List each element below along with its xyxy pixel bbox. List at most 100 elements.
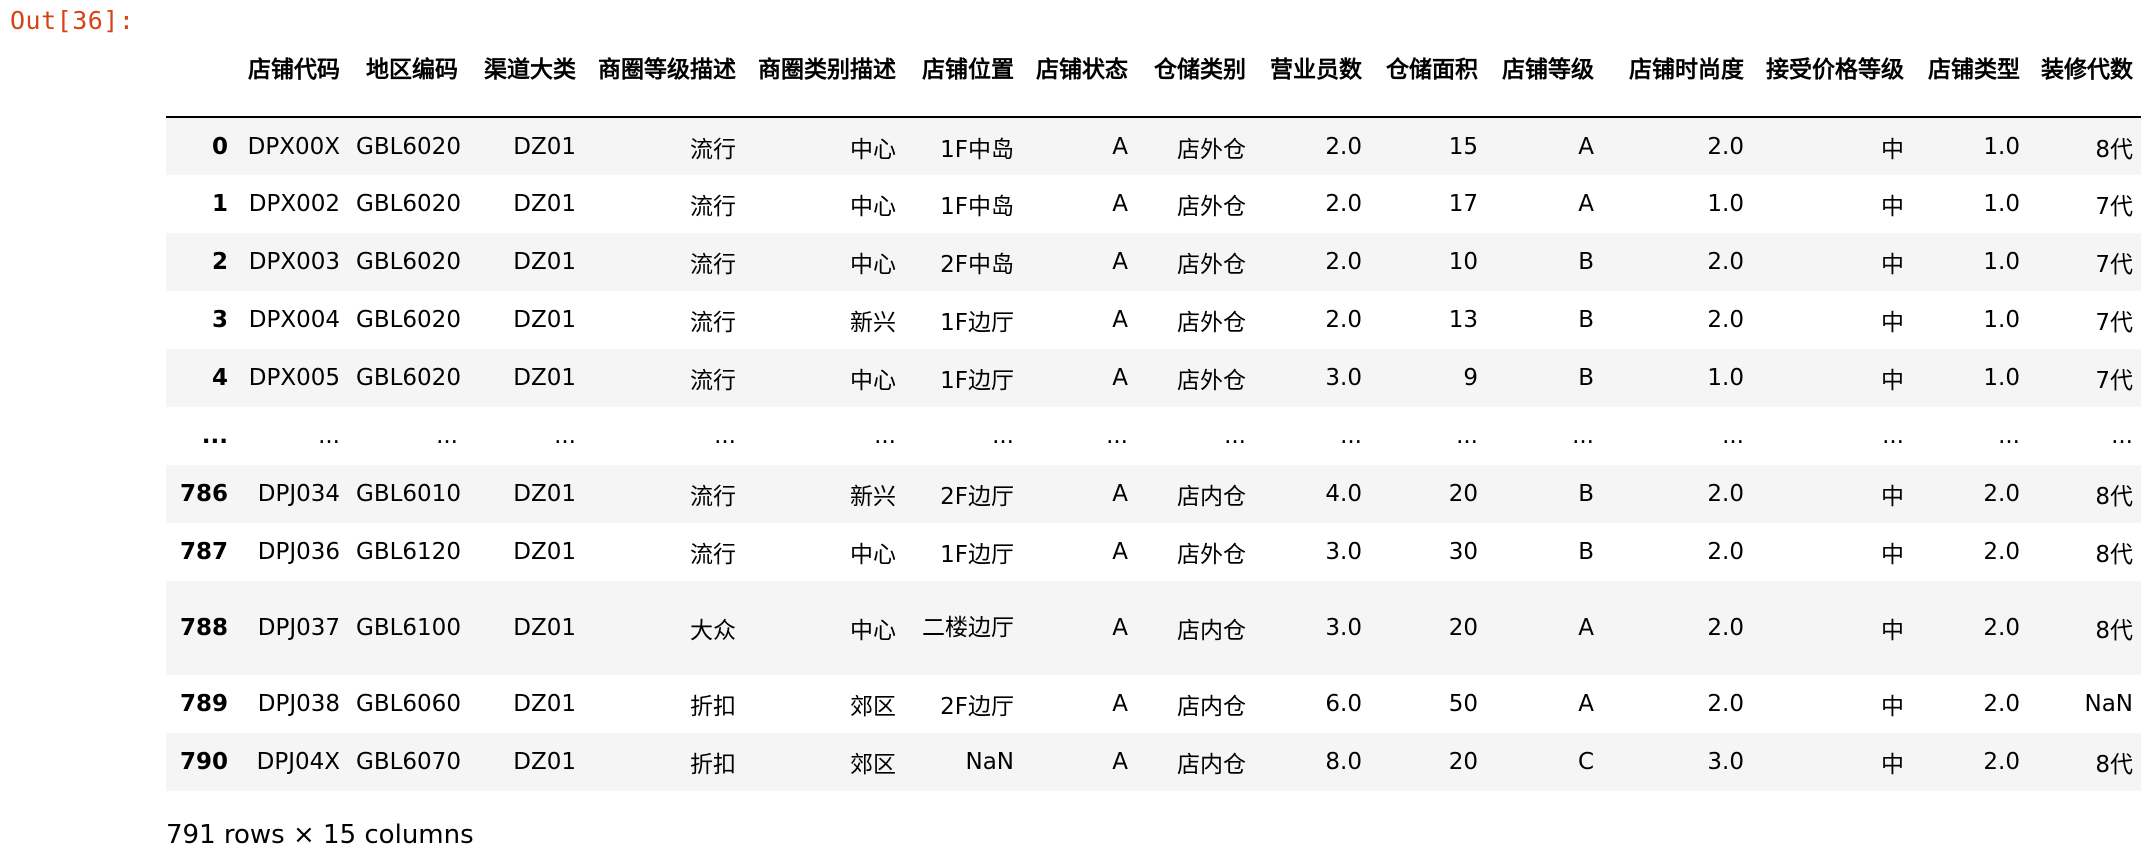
table-cell: ... — [1224, 423, 1246, 449]
table-row: 4 DPX005 GBL6020 DZ01 流行 中心 1F边厅 A 店外仓 3.0 9 B 1.0 中 1… — [166, 349, 2141, 407]
table-cell: 2.0 — [1983, 539, 2020, 565]
table-cell: 3.0 — [1325, 539, 1362, 565]
table-cell: 2.0 — [1707, 307, 1744, 333]
table-cell: 1F中岛 — [940, 136, 1014, 163]
table-cell: ... — [1572, 423, 1594, 449]
dataframe-table: 店铺代码 地区编码 渠道大类 商圈等级描述 商圈类别描述 店铺位置 店铺状态 仓储类别 营业员数… — [166, 30, 2141, 791]
table-row: ........................................… — [166, 407, 2141, 465]
row-index: 789 — [179, 691, 228, 717]
table-cell: ... — [1722, 423, 1744, 449]
table-cell: 中 — [1881, 694, 1904, 720]
table-cell: DPX002 — [248, 191, 340, 217]
table-cell: 2.0 — [1707, 249, 1744, 275]
table-cell: 中心 — [850, 542, 896, 568]
table-cell: B — [1578, 365, 1594, 391]
table-cell: 新兴 — [850, 310, 896, 336]
table-cell: 郊区 — [850, 694, 896, 720]
table-cell: 店内仓 — [1177, 484, 1246, 510]
row-index: 788 — [179, 615, 228, 641]
table-cell: GBL6020 — [356, 365, 461, 391]
table-cell: 9 — [1463, 365, 1478, 391]
row-index: 2 — [211, 249, 228, 275]
table-cell: 流行 — [690, 252, 736, 278]
column-header: 店铺等级 — [1486, 30, 1602, 118]
table-cell: 流行 — [690, 194, 736, 220]
table-cell: 二楼边厅 — [922, 615, 1014, 641]
table-cell: 3.0 — [1707, 749, 1744, 775]
table-cell: 店内仓 — [1177, 694, 1246, 720]
table-cell: 15 — [1448, 133, 1478, 160]
table-cell: A — [1112, 365, 1128, 391]
header-row: 店铺代码 地区编码 渠道大类 商圈等级描述 商圈类别描述 店铺位置 店铺状态 仓储类别 营业员数… — [166, 30, 2141, 118]
table-cell: DZ01 — [513, 749, 576, 775]
table-cell: 20 — [1448, 749, 1478, 775]
table-cell: GBL6060 — [356, 691, 461, 717]
table-cell: 店内仓 — [1177, 752, 1246, 778]
table-cell: 2.0 — [1707, 133, 1744, 160]
table-cell: 1.0 — [1707, 365, 1744, 391]
column-header: 仓储面积 — [1370, 30, 1486, 118]
table-cell: 中心 — [850, 368, 896, 394]
table-cell: 折扣 — [690, 694, 736, 720]
table-cell: 2.0 — [1707, 691, 1744, 717]
table-cell: A — [1112, 691, 1128, 717]
table-cell: 2.0 — [1983, 749, 2020, 775]
table-cell: 2F中岛 — [940, 252, 1014, 278]
table-cell: ... — [1998, 423, 2020, 449]
table-cell: A — [1112, 249, 1128, 275]
table-cell: 2.0 — [1707, 539, 1744, 565]
table-cell: 1F边厅 — [940, 542, 1014, 568]
table-body: 0 DPX00X GBL6020 DZ01 流行 中心 1F中岛 A 店外仓 2.0 15 A 2.0 中… — [166, 117, 2141, 791]
table-cell: DPJ036 — [257, 539, 340, 565]
table-cell: 店外仓 — [1177, 368, 1246, 394]
table-cell: 中 — [1881, 484, 1904, 510]
table-cell: 店外仓 — [1177, 194, 1246, 220]
table-cell: 2F边厅 — [940, 694, 1014, 720]
table-cell: 中 — [1881, 136, 1904, 163]
table-cell: DZ01 — [513, 365, 576, 391]
table-cell: A — [1112, 191, 1128, 217]
table-cell: GBL6100 — [356, 615, 461, 641]
table-cell: 店外仓 — [1177, 542, 1246, 568]
table-cell: 新兴 — [850, 484, 896, 510]
table-cell: A — [1578, 191, 1594, 217]
table-cell: 7代 — [2095, 252, 2133, 278]
table-cell: GBL6020 — [356, 249, 461, 275]
table-cell: 中心 — [850, 194, 896, 220]
table-cell: 中 — [1881, 310, 1904, 336]
table-cell: 20 — [1448, 481, 1478, 507]
column-header: 仓储类别 — [1136, 30, 1254, 118]
table-cell: 中 — [1881, 252, 1904, 278]
row-index: ... — [201, 423, 228, 449]
table-cell: 13 — [1448, 307, 1478, 333]
table-cell: 1.0 — [1983, 191, 2020, 217]
table-cell: ... — [1340, 423, 1362, 449]
table-row: 788 DPJ037 GBL6100 DZ01 大众 中心 二楼边厅 A 店内仓 3.0 20 A 2.… — [166, 581, 2141, 675]
table-cell: NaN — [965, 749, 1014, 775]
table-cell: A — [1112, 481, 1128, 507]
table-cell: 中 — [1881, 542, 1904, 568]
table-cell: DPJ034 — [257, 481, 340, 507]
shape-note: 791 rows × 15 columns — [166, 820, 474, 850]
table-cell: 1F边厅 — [940, 368, 1014, 394]
table-cell: 8代 — [2095, 618, 2133, 644]
column-header: 营业员数 — [1254, 30, 1370, 118]
table-cell: 中心 — [850, 136, 896, 163]
table-cell: 2.0 — [1983, 691, 2020, 717]
table-cell: ... — [714, 423, 736, 449]
table-cell: 17 — [1448, 191, 1478, 217]
table-cell: DZ01 — [513, 539, 576, 565]
table-cell: B — [1578, 539, 1594, 565]
table-cell: 店内仓 — [1177, 618, 1246, 644]
table-cell: 8代 — [2095, 484, 2133, 510]
table-row: 2 DPX003 GBL6020 DZ01 流行 中心 2F中岛 A 店外仓 2.0 10 B 2.0 中… — [166, 233, 2141, 291]
row-index: 3 — [211, 307, 228, 333]
table-cell: DPJ038 — [257, 691, 340, 717]
table-cell: ... — [992, 423, 1014, 449]
table-cell: ... — [436, 423, 458, 449]
dataframe-output: 店铺代码 地区编码 渠道大类 商圈等级描述 商圈类别描述 店铺位置 店铺状态 仓储类别 营业员数… — [166, 30, 2141, 791]
table-cell: 店外仓 — [1177, 310, 1246, 336]
table-cell: DPJ04X — [256, 749, 340, 775]
table-cell: A — [1112, 133, 1128, 160]
table-row: 3 DPX004 GBL6020 DZ01 流行 新兴 1F边厅 A 店外仓 2.0 13 B 2.0 中… — [166, 291, 2141, 349]
